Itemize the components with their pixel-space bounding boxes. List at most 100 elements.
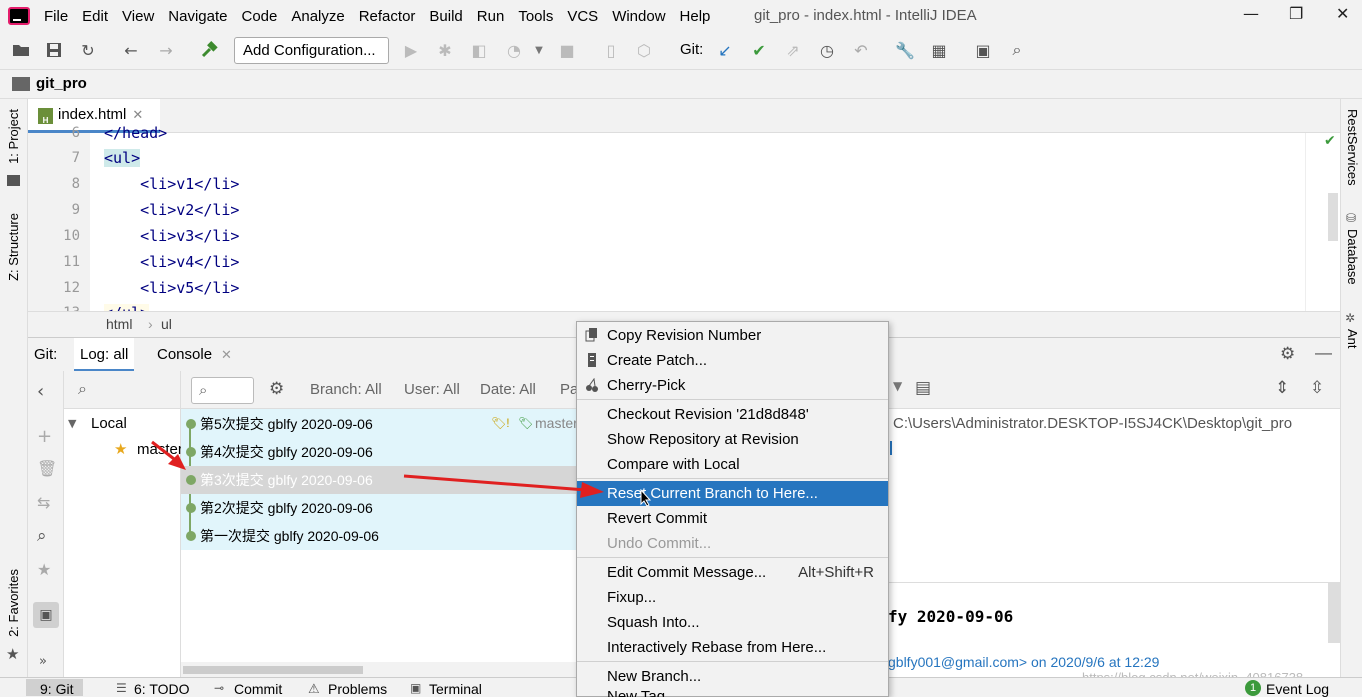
merge-icon[interactable]: ⇆ <box>37 493 50 512</box>
menu-item-create-patch[interactable]: Create Patch... <box>577 348 888 373</box>
profile-dropdown-icon[interactable]: ▼ <box>528 39 550 61</box>
commit-row[interactable]: 第4次提交 gblfy 2020-09-06 <box>181 438 581 466</box>
commit-email[interactable]: gblfy001@gmail.com> on 2020/9/6 at 12:29 <box>888 654 1159 670</box>
terminal-tool-button[interactable]: Terminal <box>429 681 482 697</box>
search-icon[interactable]: ⌕ <box>1006 39 1028 61</box>
menu-run[interactable]: Run <box>477 8 505 25</box>
git-tool-button[interactable]: 9: Git <box>26 679 84 697</box>
log-search-input[interactable]: ⌕ <box>191 377 254 404</box>
scrollbar-thumb[interactable] <box>183 666 363 674</box>
menu-help[interactable]: Help <box>680 8 711 25</box>
forward-icon[interactable]: → <box>155 39 177 61</box>
date-filter[interactable]: Date: All <box>480 381 536 398</box>
dropdown-arrow-icon[interactable]: ▼ <box>893 379 902 393</box>
delete-icon[interactable]: 🗑 <box>37 459 57 478</box>
favorites-tool-button[interactable]: 2: Favorites <box>6 569 21 637</box>
run-icon[interactable]: ▶ <box>400 39 422 61</box>
user-filter[interactable]: User: All <box>404 381 460 398</box>
star-icon[interactable]: ★ <box>37 560 51 579</box>
menu-item-compare-local[interactable]: Compare with Local <box>577 452 888 477</box>
tab-close-icon[interactable]: ✕ <box>132 107 143 123</box>
menu-item-edit-message[interactable]: Edit Commit Message... Alt+Shift+R <box>577 560 888 585</box>
save-icon[interactable] <box>43 39 65 61</box>
menu-window[interactable]: Window <box>612 8 665 25</box>
hide-panel-icon[interactable]: — <box>1315 343 1332 363</box>
git-commit-icon[interactable]: ✔ <box>748 39 770 61</box>
editor-scrollbar[interactable]: ✔ <box>1305 133 1340 311</box>
git-push-icon[interactable]: ⇗ <box>782 39 804 61</box>
tab-console[interactable]: Console <box>157 346 212 363</box>
history-icon[interactable]: ◷ <box>816 39 838 61</box>
commit-row[interactable]: 第5次提交 gblfy 2020-09-06 🏷! 🏷 master <box>181 410 581 438</box>
breadcrumb-ul[interactable]: ul <box>161 316 172 332</box>
commit-tool-button[interactable]: Commit <box>234 681 282 697</box>
project-structure-icon[interactable]: ▦ <box>928 39 950 61</box>
scrollbar-thumb[interactable] <box>1328 193 1338 241</box>
minimize-button[interactable]: — <box>1243 4 1259 23</box>
open-folder-icon[interactable] <box>10 39 32 61</box>
menu-item-copy-revision[interactable]: Copy Revision Number <box>577 323 888 348</box>
structure-tool-button[interactable]: Z: Structure <box>6 213 21 281</box>
coverage-icon[interactable]: ◧ <box>468 39 490 61</box>
database-tool-button[interactable]: Database <box>1345 229 1360 285</box>
event-log-button[interactable]: Event Log <box>1266 681 1329 697</box>
close-button[interactable]: ✕ <box>1336 4 1349 23</box>
details-scrollbar[interactable] <box>1328 583 1340 643</box>
collapse-chevron-icon[interactable]: ‹ <box>37 381 44 402</box>
ant-tool-button[interactable]: Ant <box>1345 329 1360 349</box>
gear-icon[interactable]: ⚙ <box>269 379 284 399</box>
menu-analyze[interactable]: Analyze <box>291 8 344 25</box>
expand-triangle-icon[interactable]: ▼ <box>68 417 76 430</box>
menu-item-interactive-rebase[interactable]: Interactively Rebase from Here... <box>577 635 888 660</box>
menu-item-show-repository[interactable]: Show Repository at Revision <box>577 427 888 452</box>
branch-search-bar[interactable]: ⌕ <box>64 371 180 409</box>
menu-file[interactable]: File <box>44 8 68 25</box>
menu-item-new-branch[interactable]: New Branch... <box>577 664 888 689</box>
layout-icon[interactable]: ▤ <box>915 378 931 398</box>
project-tool-button[interactable]: 1: Project <box>6 109 21 164</box>
menu-item-cherry-pick[interactable]: Cherry-Pick <box>577 373 888 398</box>
menu-refactor[interactable]: Refactor <box>359 8 416 25</box>
rollback-icon[interactable]: ↶ <box>850 39 872 61</box>
code-editor[interactable]: </head> <ul> <li>v1</li> <li>v2</li> <li… <box>90 124 1305 322</box>
problems-tool-button[interactable]: Problems <box>328 681 387 697</box>
expand-all-icon[interactable]: ⇕ <box>1275 378 1289 398</box>
back-icon[interactable]: ← <box>120 39 142 61</box>
collapse-all-icon[interactable]: ⇳ <box>1310 378 1324 398</box>
attach-icon[interactable]: ⬡ <box>633 39 655 61</box>
commit-row-selected[interactable]: 第3次提交 gblfy 2020-09-06 <box>181 466 581 494</box>
branch-filter[interactable]: Branch: All <box>310 381 382 398</box>
menu-item-new-tag[interactable]: New Tag... <box>577 688 888 697</box>
gear-icon[interactable]: ⚙ <box>1280 344 1295 364</box>
breadcrumb-html[interactable]: html <box>106 316 132 332</box>
branch-master[interactable]: master <box>137 441 183 458</box>
terminal-window-icon[interactable]: ▣ <box>972 39 994 61</box>
menu-view[interactable]: View <box>122 8 154 25</box>
add-icon[interactable]: + <box>37 426 52 447</box>
menu-navigate[interactable]: Navigate <box>168 8 227 25</box>
device-icon[interactable]: ▯ <box>600 39 622 61</box>
profile-icon[interactable]: ◔ <box>503 39 525 61</box>
maximize-button[interactable]: ❐ <box>1289 4 1303 23</box>
menu-build[interactable]: Build <box>429 8 462 25</box>
todo-tool-button[interactable]: 6: TODO <box>134 681 190 697</box>
branch-group-local[interactable]: Local <box>91 415 127 432</box>
menu-code[interactable]: Code <box>241 8 277 25</box>
menu-vcs[interactable]: VCS <box>567 8 598 25</box>
build-hammer-icon[interactable] <box>198 39 220 61</box>
menu-edit[interactable]: Edit <box>82 8 108 25</box>
sync-icon[interactable]: ↻ <box>77 39 99 61</box>
tab-log-all[interactable]: Log: all <box>74 338 135 372</box>
rest-services-tool-button[interactable]: RestServices <box>1345 109 1360 186</box>
menu-item-squash[interactable]: Squash Into... <box>577 610 888 635</box>
settings-wrench-icon[interactable]: 🔧 <box>894 39 916 61</box>
menu-item-checkout-revision[interactable]: Checkout Revision '21d8d848' <box>577 402 888 427</box>
menu-item-reset-branch[interactable]: Reset Current Branch to Here... <box>577 481 888 507</box>
more-chevron-icon[interactable]: » <box>39 654 47 669</box>
debug-icon[interactable]: ✱ <box>434 39 456 61</box>
stop-icon[interactable]: ■ <box>556 39 578 61</box>
menu-item-fixup[interactable]: Fixup... <box>577 585 888 610</box>
add-configuration-button[interactable]: Add Configuration... <box>234 37 389 64</box>
project-name[interactable]: git_pro <box>36 75 87 92</box>
commit-row[interactable]: 第一次提交 gblfy 2020-09-06 <box>181 522 581 550</box>
